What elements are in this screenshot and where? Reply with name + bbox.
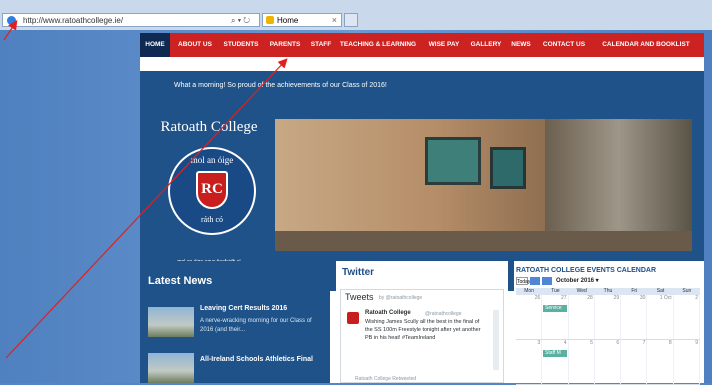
latest-news-panel: Latest News Leaving Cert Results 2016 A … [140,261,330,383]
main-nav: HOME ABOUT US STUDENTS PARENTS STAFF TEA… [140,33,704,57]
announcement-banner[interactable]: What a morning! So proud of the achievem… [140,71,704,101]
day-number[interactable]: 4 [542,340,569,384]
school-logo[interactable]: Ratoath College mol an óige RC ráth có m… [148,109,270,285]
month-select[interactable]: October 2016 ▾ [556,277,599,284]
calendar-week: 26 27 28 29 30 1 Oct 2 Service [516,295,700,340]
tweet-author[interactable]: Ratoath College [365,310,411,316]
calendar-toolbar: Today October 2016 ▾ [516,277,700,286]
day-number[interactable]: 1 Oct [647,295,674,339]
news-heading: Latest News [148,275,213,287]
weekday: Sun [682,288,692,294]
floor [275,231,692,251]
tweets-by[interactable]: by @ratoathcollege [379,295,422,301]
hero-photo [275,119,692,251]
nav-calendar-booklist[interactable]: CALENDAR AND BOOKLIST [594,33,698,57]
address-tools[interactable]: ⌕ ▾ ↻ [231,14,250,28]
next-month-icon[interactable] [542,277,552,285]
new-tab-button[interactable] [344,13,358,27]
tab-close-icon[interactable]: × [332,14,337,27]
weekday: Sat [656,288,665,294]
weekday: Mon [524,288,534,294]
events-calendar: RATOATH COLLEGE EVENTS CALENDAR Today Oc… [514,261,704,385]
day-number[interactable]: 7 [621,340,648,384]
nav-parents[interactable]: PARENTS [266,33,304,57]
news-headline[interactable]: Leaving Cert Results 2016 [200,305,287,312]
news-summary: A nerve-wracking morning for our Class o… [200,318,312,333]
tweet-handle[interactable]: @ratoathcollege [425,311,462,317]
nav-news[interactable]: NEWS [508,33,534,57]
favicon-icon [266,16,274,24]
display-case [425,137,481,185]
retweet-label: Ratoath College Retweeted [355,376,417,382]
school-name: Ratoath College [160,119,258,135]
day-number[interactable]: 8 [647,340,674,384]
day-number[interactable]: 30 [621,295,648,339]
nav-wise-pay[interactable]: WISE PAY [424,33,464,57]
news-thumbnail[interactable] [148,307,194,337]
display-case [490,147,526,189]
avatar[interactable] [347,312,359,324]
shield-icon: RC [196,171,228,209]
prev-month-icon[interactable] [530,277,540,285]
day-number[interactable]: 29 [595,295,622,339]
weekday: Tue [551,288,560,294]
tab-title: Home [277,16,299,25]
day-number[interactable]: 6 [595,340,622,384]
browser-chrome: http://www.ratoathcollege.ie/ ⌕ ▾ ↻ Home… [0,0,712,30]
day-number[interactable]: 28 [569,295,595,339]
today-button[interactable]: Today [516,277,530,285]
nav-students[interactable]: STUDENTS [220,33,262,57]
calendar-event[interactable]: Service [543,305,567,312]
ie-icon [7,16,16,25]
tweet-text: Wishing James Scully all the best in the… [365,319,481,341]
news-thumbnail[interactable] [148,353,194,383]
address-bar[interactable]: http://www.ratoathcollege.ie/ ⌕ ▾ ↻ [2,13,260,27]
day-number[interactable]: 3 [516,340,543,384]
news-headline[interactable]: All-Ireland Schools Athletics Final [200,355,320,364]
nav-teaching-learning[interactable]: TEACHING & LEARNING [338,33,418,57]
calendar-event[interactable]: Staff M [543,350,567,357]
nav-home[interactable]: HOME [140,33,170,57]
nav-staff[interactable]: STAFF [308,33,334,57]
tweets-title: Tweets [345,292,374,302]
twitter-timeline[interactable]: Tweets by @ratoathcollege Ratoath Colleg… [340,289,504,383]
crest-bottom-text: ráth có [201,215,223,224]
weekday: Fri [631,288,638,294]
day-number[interactable]: 26 [516,295,543,339]
crest-icon: mol an óige RC ráth có [168,147,256,235]
weekday-header: Mon Tue Wed Thu Fri Sat Sun [516,288,700,295]
address-url: http://www.ratoathcollege.ie/ [23,16,124,25]
twitter-heading: Twitter [342,267,375,278]
calendar-week: 3 4 5 6 7 8 9 Staff M [516,340,700,385]
website-page: HOME ABOUT US STUDENTS PARENTS STAFF TEA… [140,33,704,385]
browser-tab[interactable]: Home × [262,13,342,27]
nav-about-us[interactable]: ABOUT US [174,33,216,57]
day-number[interactable]: 5 [569,340,595,384]
day-number[interactable]: 9 [674,340,700,384]
nav-contact-us[interactable]: CONTACT US [538,33,590,57]
day-number[interactable]: 2 [674,295,700,339]
scrollbar[interactable] [493,310,499,370]
weekday: Wed [576,288,587,294]
calendar-title: RATOATH COLLEGE EVENTS CALENDAR [516,267,657,274]
day-number[interactable]: 27 [542,295,569,339]
weekday: Thu [603,288,613,294]
twitter-panel: Twitter Tweets by @ratoathcollege Ratoat… [336,261,508,383]
calendar-grid: Mon Tue Wed Thu Fri Sat Sun 26 27 28 29 … [516,288,700,385]
nav-gallery[interactable]: GALLERY [468,33,504,57]
crest-top-text: mol an óige [190,155,234,165]
